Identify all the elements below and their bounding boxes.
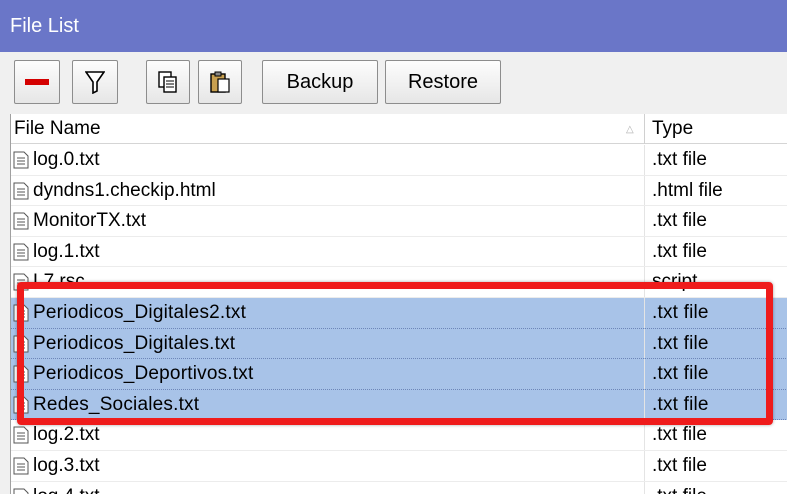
file-type: .txt file <box>652 240 707 262</box>
file-type: .html file <box>652 179 723 201</box>
file-type: .txt file <box>652 210 707 232</box>
copy-icon <box>158 71 177 93</box>
column-header-file-name[interactable]: File Name <box>11 114 644 144</box>
file-icon <box>13 212 29 230</box>
file-icon <box>13 273 29 291</box>
table-header: File Name △ Type <box>11 114 787 144</box>
paste-icon <box>210 71 230 93</box>
file-icon <box>13 365 29 383</box>
filter-icon <box>85 71 105 94</box>
file-icon <box>13 243 29 261</box>
sort-ascending-icon: △ <box>626 124 634 135</box>
file-name-cell: log.4.txt <box>13 482 100 494</box>
file-name-cell: log.2.txt <box>13 420 100 450</box>
column-divider <box>644 359 645 389</box>
column-header-type[interactable]: Type <box>649 114 787 144</box>
file-icon <box>13 182 29 200</box>
table-row[interactable]: log.4.txt .txt file <box>11 481 787 494</box>
restore-button[interactable]: Restore <box>385 60 501 104</box>
table-row[interactable]: MonitorTX.txt .txt file <box>11 206 787 237</box>
remove-button[interactable] <box>14 60 60 104</box>
copy-button[interactable] <box>146 60 190 104</box>
column-divider <box>644 450 645 481</box>
file-type: .txt file <box>652 424 707 446</box>
file-table: File Name △ Type log.0.txt .txt file dyndn… <box>10 114 787 494</box>
file-type: .txt file <box>652 393 709 415</box>
file-name-cell: MonitorTX.txt <box>13 206 146 236</box>
file-type: .txt file <box>652 454 707 476</box>
file-name-cell: Redes_Sociales.txt <box>13 390 199 420</box>
file-name: log.3.txt <box>33 454 100 476</box>
filter-button[interactable] <box>72 60 118 104</box>
toolbar: Backup Restore <box>0 52 787 112</box>
file-name-cell: log.3.txt <box>13 451 100 481</box>
column-divider <box>644 145 645 175</box>
file-type: .txt file <box>652 301 709 323</box>
file-name-cell: Periodicos_Digitales.txt <box>13 329 235 359</box>
file-icon <box>13 426 29 444</box>
file-type: .txt file <box>652 332 709 354</box>
table-row[interactable]: log.0.txt .txt file <box>11 145 787 176</box>
file-icon <box>13 335 29 353</box>
table-body: log.0.txt .txt file dyndns1.checkip.html .h… <box>11 145 787 494</box>
file-icon <box>13 457 29 475</box>
paste-button[interactable] <box>198 60 242 104</box>
file-type: .txt file <box>652 363 709 385</box>
file-type: .txt file <box>652 149 707 170</box>
file-name: log.0.txt <box>33 149 100 170</box>
column-divider <box>644 236 645 267</box>
file-type: script <box>652 271 698 293</box>
column-divider[interactable] <box>644 114 645 144</box>
column-divider <box>644 175 645 206</box>
file-name-cell: dyndns1.checkip.html <box>13 176 216 206</box>
file-icon <box>13 396 29 414</box>
table-row[interactable]: dyndns1.checkip.html .html file <box>11 175 787 207</box>
column-divider <box>644 328 645 359</box>
table-row[interactable]: Periodicos_Digitales.txt .txt file <box>11 328 787 360</box>
minus-icon <box>25 79 49 85</box>
file-icon <box>13 304 29 322</box>
file-name-cell: L7.rsc <box>13 267 85 297</box>
file-name: Periodicos_Deportivos.txt <box>33 363 254 385</box>
file-name: log.2.txt <box>33 424 100 446</box>
file-name-cell: Periodicos_Deportivos.txt <box>13 359 253 389</box>
column-divider <box>644 389 645 420</box>
file-name: log.4.txt <box>33 482 100 494</box>
file-name: Redes_Sociales.txt <box>33 393 200 415</box>
file-icon <box>13 151 29 169</box>
file-name-cell: log.0.txt <box>13 145 100 175</box>
table-row[interactable]: Periodicos_Deportivos.txt .txt file <box>11 359 787 390</box>
file-name: MonitorTX.txt <box>33 210 146 232</box>
window-title: File List <box>0 0 787 52</box>
file-name: dyndns1.checkip.html <box>33 179 216 201</box>
column-divider <box>644 267 645 297</box>
backup-button[interactable]: Backup <box>262 60 378 104</box>
file-name-cell: log.1.txt <box>13 237 100 267</box>
file-name: Periodicos_Digitales.txt <box>33 332 236 354</box>
file-name: Periodicos_Digitales2.txt <box>33 301 247 323</box>
file-name: log.1.txt <box>33 240 100 262</box>
column-divider <box>644 297 645 328</box>
file-name-cell: Periodicos_Digitales2.txt <box>13 298 246 328</box>
table-row[interactable]: L7.rsc script <box>11 267 787 298</box>
table-row[interactable]: log.3.txt .txt file <box>11 450 787 482</box>
column-divider <box>644 420 645 450</box>
file-type: .txt file <box>652 482 707 494</box>
file-list-window: File List Backup Restore File Name △ Typ… <box>0 0 787 494</box>
column-divider <box>644 206 645 236</box>
file-icon <box>13 488 29 494</box>
column-divider <box>644 481 645 494</box>
table-row[interactable]: log.2.txt .txt file <box>11 420 787 451</box>
table-row[interactable]: Redes_Sociales.txt .txt file <box>11 389 787 421</box>
table-row[interactable]: Periodicos_Digitales2.txt .txt file <box>11 297 787 329</box>
table-row[interactable]: log.1.txt .txt file <box>11 236 787 268</box>
file-name: L7.rsc <box>33 271 85 293</box>
